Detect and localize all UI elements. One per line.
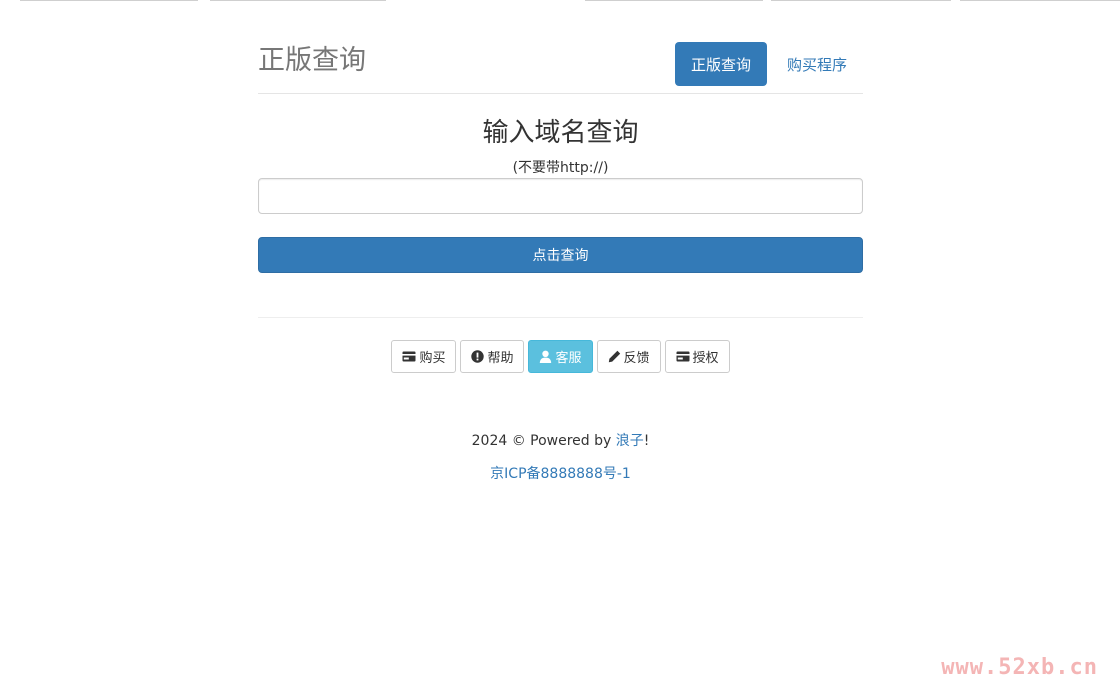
watermark: www.52xb.cn (941, 655, 1098, 680)
help-button-label: 帮助 (487, 351, 514, 366)
credit-card-icon (676, 351, 690, 362)
copyright-suffix: ! (643, 433, 650, 449)
brand-title: 正版查询 (258, 45, 366, 76)
header-nav: 正版查询 购买程序 (674, 42, 863, 86)
feedback-button-label: 反馈 (623, 351, 650, 366)
nav-item-genuine-query[interactable]: 正版查询 (674, 42, 767, 86)
query-hint: (不要带http://) (512, 160, 609, 176)
copyright-prefix: 2024 © Powered by (471, 433, 616, 449)
support-button[interactable]: 客服 (528, 340, 593, 373)
section-divider (258, 317, 863, 318)
domain-input[interactable] (258, 178, 863, 214)
user-icon (539, 350, 552, 363)
query-title: 输入域名查询 (482, 118, 639, 148)
main-container: 正版查询 正版查询 购买程序 输入域名查询 (不要带http://) 点击查询 … (258, 0, 863, 482)
feedback-button[interactable]: 反馈 (596, 340, 661, 373)
icp-link[interactable]: 京ICP备8888888号-1 (490, 466, 631, 482)
support-button-label: 客服 (555, 351, 582, 366)
tool-button-group: 购买 帮助 客服 反馈 授权 (258, 340, 863, 373)
buy-button-label: 购买 (419, 351, 446, 366)
copyright-line: 2024 © Powered by 浪子! (258, 430, 863, 450)
author-link[interactable]: 浪子 (616, 433, 644, 449)
license-button-label: 授权 (692, 351, 719, 366)
license-button[interactable]: 授权 (664, 340, 730, 373)
credit-card-icon (402, 351, 416, 362)
buy-button[interactable]: 购买 (391, 340, 457, 373)
page-header: 正版查询 正版查询 购买程序 (258, 0, 863, 94)
icp-line: 京ICP备8888888号-1 (258, 463, 863, 483)
query-submit-button[interactable]: 点击查询 (258, 237, 863, 273)
pencil-icon (608, 350, 621, 363)
exclamation-circle-icon (471, 350, 485, 363)
nav-item-buy-program[interactable]: 购买程序 (771, 42, 863, 86)
help-button[interactable]: 帮助 (460, 340, 525, 373)
